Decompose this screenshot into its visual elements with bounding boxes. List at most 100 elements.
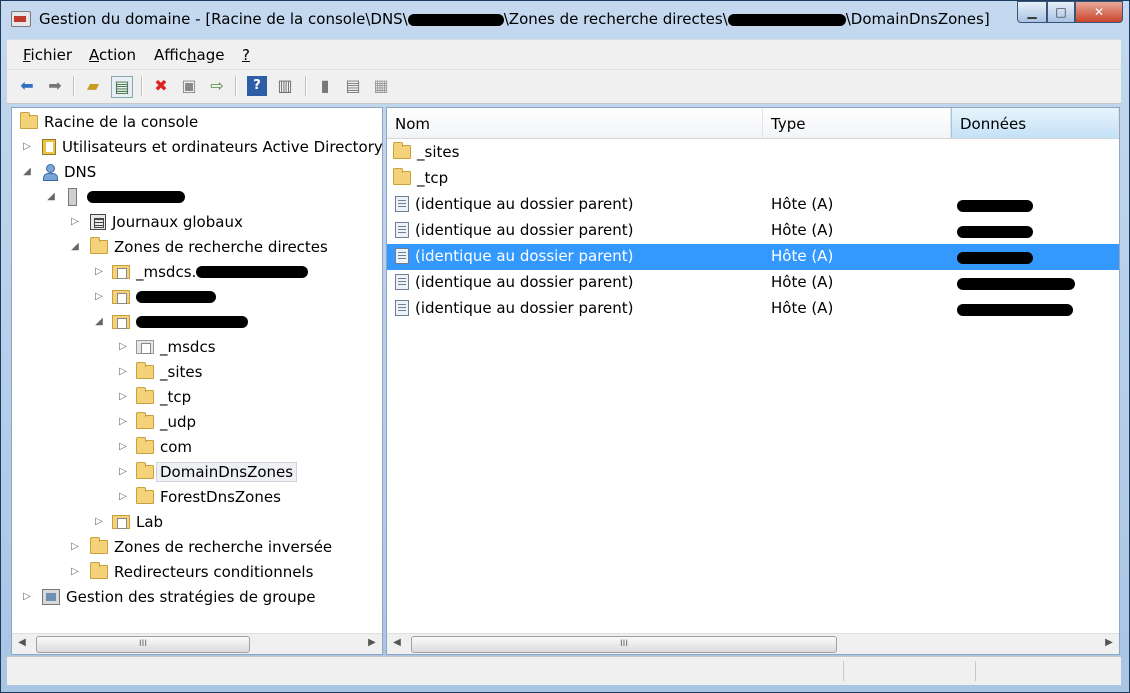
expand-arrow-icon[interactable]: ▷ (118, 466, 128, 477)
menu-action[interactable]: Action (89, 46, 136, 64)
expand-arrow-icon[interactable]: ▷ (118, 341, 128, 352)
record-type: Hôte (A) (771, 195, 834, 213)
expand-arrow-icon[interactable]: ▷ (118, 491, 128, 502)
view-icon[interactable]: ▮ (315, 76, 335, 96)
list-item[interactable]: (identique au dossier parent) Hôte (A) (387, 192, 1119, 218)
folder-icon (393, 142, 411, 159)
expand-arrow-icon[interactable]: ▷ (94, 291, 104, 302)
tree-node-journals[interactable]: Journaux globaux (90, 211, 243, 233)
up-folder-icon[interactable]: ▰ (83, 76, 103, 96)
tree-node-zone-2[interactable] (112, 286, 216, 308)
menu-affichage[interactable]: Affichage (154, 46, 224, 64)
tree-node-ad-users[interactable]: Utilisateurs et ordinateurs Active Direc… (42, 136, 382, 158)
column-header-name[interactable]: Nom (387, 108, 763, 138)
tree-node-sub-udp[interactable]: _udp (136, 411, 196, 433)
expand-arrow-icon[interactable]: ▷ (94, 266, 104, 277)
collapse-arrow-icon[interactable]: ◢ (22, 166, 32, 177)
list-item[interactable]: (identique au dossier parent) Hôte (A) (387, 296, 1119, 322)
scroll-right-icon[interactable]: ▶ (1101, 637, 1117, 648)
collapse-arrow-icon[interactable]: ◢ (94, 316, 104, 327)
properties-icon[interactable]: ▣ (179, 76, 199, 96)
status-divider (975, 661, 976, 681)
folder-icon (90, 237, 108, 254)
tree-node-msdcs-zone[interactable]: _msdcs. (112, 261, 309, 283)
expand-arrow-icon[interactable]: ▷ (70, 566, 80, 577)
tree-node-dns[interactable]: DNS (42, 161, 96, 183)
column-header-data[interactable]: Données (951, 108, 1119, 138)
expand-arrow-icon[interactable]: ▷ (94, 516, 104, 527)
tree-node-sub-msdcs[interactable]: _msdcs (136, 336, 216, 358)
collapse-arrow-icon[interactable]: ◢ (70, 241, 80, 252)
zone-icon (112, 290, 130, 304)
tree-node-sub-com[interactable]: com (136, 436, 192, 458)
tree-node-reverse-zones[interactable]: Zones de recherche inversée (90, 536, 332, 558)
scroll-right-icon[interactable]: ▶ (364, 637, 380, 648)
expand-arrow-icon[interactable]: ▷ (118, 391, 128, 402)
list-item[interactable]: _sites (387, 140, 1119, 166)
tree-node-gpo[interactable]: Gestion des stratégies de groupe (42, 586, 315, 608)
host-record-icon (395, 222, 409, 238)
tree-node-root[interactable]: Racine de la console (20, 111, 198, 133)
toolbar-separator (305, 76, 307, 96)
tree-node-conditional-forwarders[interactable]: Redirecteurs conditionnels (90, 561, 313, 583)
expand-arrow-icon[interactable]: ▷ (70, 216, 80, 227)
tree-node-forward-zones[interactable]: Zones de recherche directes (90, 236, 328, 258)
list-item-selected[interactable]: (identique au dossier parent) Hôte (A) (387, 244, 1119, 270)
console-icon[interactable]: ▥ (275, 76, 295, 96)
list-item[interactable]: (identique au dossier parent) Hôte (A) (387, 270, 1119, 296)
redacted-text (136, 291, 216, 303)
tree-node-lab[interactable]: Lab (112, 511, 163, 533)
scroll-left-icon[interactable]: ◀ (14, 637, 30, 648)
menu-help[interactable]: ? (242, 46, 250, 64)
redacted-text (136, 316, 248, 328)
list-item[interactable]: _tcp (387, 166, 1119, 192)
tree-horizontal-scrollbar[interactable]: ◀ III ▶ (12, 633, 382, 654)
collapse-arrow-icon[interactable]: ◢ (46, 191, 56, 202)
list-item[interactable]: (identique au dossier parent) Hôte (A) (387, 218, 1119, 244)
folder-icon (136, 462, 154, 479)
tree-node-zone-3[interactable] (112, 311, 248, 333)
title-bar[interactable]: Gestion du domaine - [Racine de la conso… (1, 1, 1129, 37)
redacted-text (957, 278, 1075, 290)
expand-arrow-icon[interactable]: ▷ (118, 366, 128, 377)
minimize-button[interactable]: ▁ (1017, 1, 1047, 23)
tree-node-domaindnszones[interactable]: DomainDnsZones (136, 461, 298, 483)
menu-fichier[interactable]: Fichier (23, 46, 72, 64)
toolbar-separator (141, 76, 143, 96)
tree-node-forestdnszones[interactable]: ForestDnsZones (136, 486, 281, 508)
tree-node-sub-sites[interactable]: _sites (136, 361, 202, 383)
export-list-icon[interactable]: ⇨ (207, 76, 227, 96)
filter-icon[interactable]: ▦ (371, 76, 391, 96)
scroll-thumb[interactable]: III (411, 636, 837, 653)
mmc-window: Gestion du domaine - [Racine de la conso… (0, 0, 1130, 693)
tree-node-dns-server[interactable] (68, 186, 185, 208)
folder-icon (393, 168, 411, 185)
expand-arrow-icon[interactable]: ▷ (22, 141, 32, 152)
show-hide-tree-icon[interactable]: ▤ (111, 76, 133, 98)
back-icon[interactable]: ⬅ (17, 76, 37, 96)
forward-icon[interactable]: ➡ (45, 76, 65, 96)
expand-arrow-icon[interactable]: ▷ (22, 591, 32, 602)
expand-arrow-icon[interactable]: ▷ (118, 441, 128, 452)
details-icon[interactable]: ▤ (343, 76, 363, 96)
list-horizontal-scrollbar[interactable]: ◀ III ▶ (387, 633, 1119, 654)
redacted-text (87, 191, 185, 203)
record-type: Hôte (A) (771, 299, 834, 317)
results-pane[interactable]: Nom Type Données _sites _tcp (identique … (386, 107, 1120, 655)
expand-arrow-icon[interactable]: ▷ (70, 541, 80, 552)
zone-icon (112, 265, 130, 279)
scroll-left-icon[interactable]: ◀ (389, 637, 405, 648)
group-policy-icon (42, 589, 60, 605)
maximize-button[interactable]: □ (1047, 1, 1075, 23)
scroll-thumb[interactable]: III (36, 636, 250, 653)
folder-icon (136, 487, 154, 504)
tree-node-sub-tcp[interactable]: _tcp (136, 386, 191, 408)
help-icon[interactable]: ? (247, 76, 267, 96)
console-tree[interactable]: Racine de la console ▷ Utilisateurs et o… (11, 107, 383, 655)
delete-icon[interactable]: ✖ (151, 76, 171, 96)
column-header-type[interactable]: Type (763, 108, 951, 138)
folder-icon (90, 537, 108, 554)
expand-arrow-icon[interactable]: ▷ (118, 416, 128, 427)
close-button[interactable]: ✕ (1075, 1, 1123, 23)
toolbar-separator (235, 76, 237, 96)
